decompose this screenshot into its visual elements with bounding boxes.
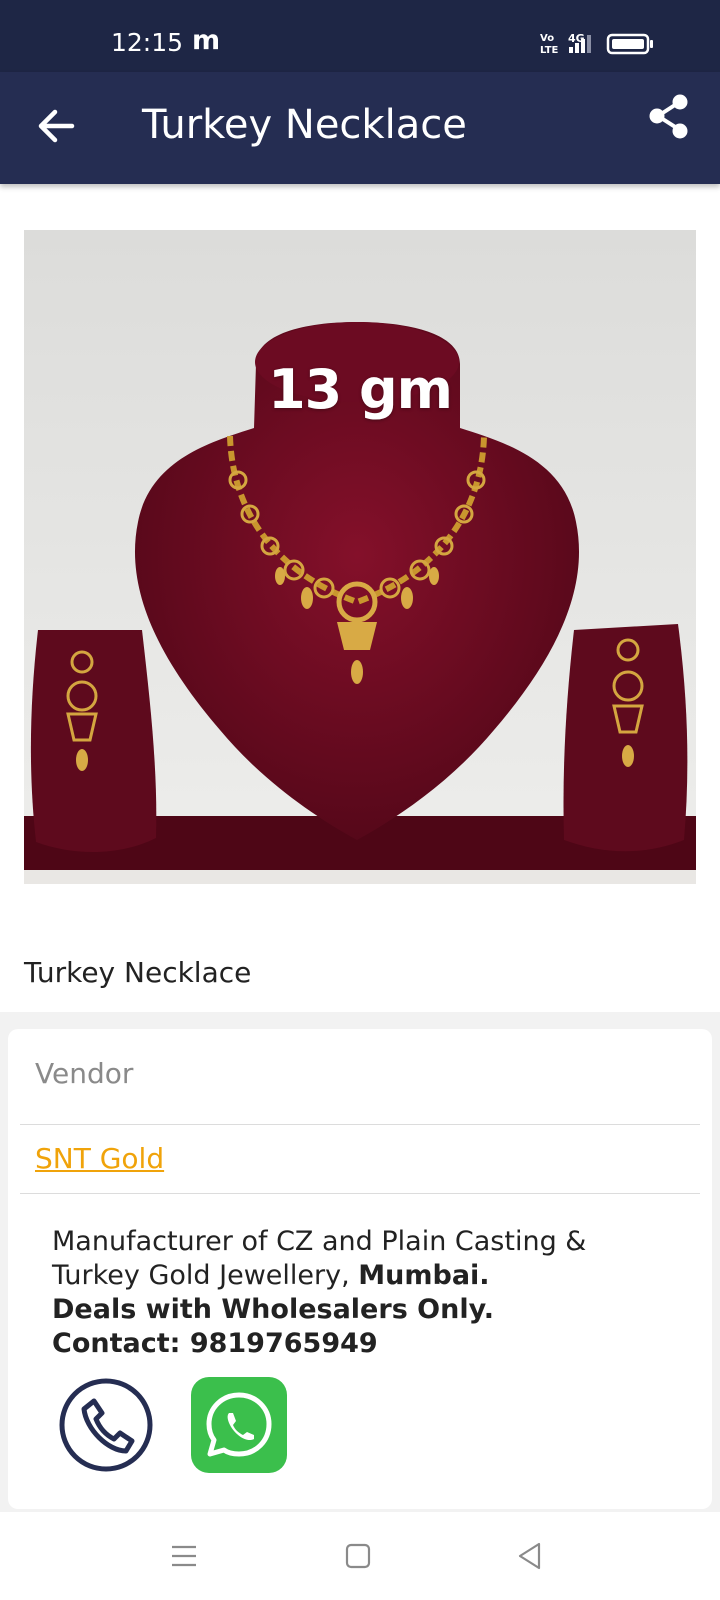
triangle-back-icon (518, 1542, 541, 1570)
back-button[interactable] (30, 100, 82, 152)
desc-line-4: Contact: 9819765949 (52, 1327, 672, 1361)
square-icon (345, 1543, 371, 1569)
whatsapp-icon (191, 1377, 287, 1473)
desc-line-3: Deals with Wholesalers Only. (52, 1293, 672, 1327)
divider (20, 1193, 700, 1194)
vendor-link[interactable]: SNT Gold (35, 1142, 164, 1175)
svg-text:Vo: Vo (540, 33, 554, 44)
status-icons: Vo LTE 4G (540, 30, 670, 60)
notification-icon: m (192, 25, 221, 56)
desc-wholesale: Deals with Wholesalers Only. (52, 1294, 494, 1325)
product-image[interactable]: 13 gm (24, 230, 696, 884)
status-time: 12:15 (111, 28, 184, 57)
signal-icon: 4G (568, 32, 591, 53)
desc-city: Mumbai. (358, 1260, 490, 1291)
svg-text:LTE: LTE (540, 45, 559, 56)
vendor-card: Vendor SNT Gold Manufacturer of CZ and P… (8, 1029, 712, 1509)
desc-line-1: Manufacturer of CZ and Plain Casting & (52, 1226, 587, 1257)
home-button[interactable] (340, 1538, 376, 1574)
divider (20, 1124, 700, 1125)
volte-icon: Vo LTE (540, 33, 559, 56)
desc-line-2: Turkey Gold Jewellery, Mumbai. (52, 1259, 672, 1293)
arrow-left-icon (38, 109, 75, 143)
share-icon (649, 94, 688, 139)
battery-icon (606, 33, 653, 55)
share-button[interactable] (644, 92, 696, 144)
desc-line-2-prefix: Turkey Gold Jewellery, (52, 1260, 350, 1291)
nav-back-button[interactable] (512, 1538, 548, 1574)
product-name: Turkey Necklace (24, 956, 252, 989)
menu-icon (172, 1545, 196, 1567)
page-title: Turkey Necklace (142, 102, 467, 148)
vendor-description: Manufacturer of CZ and Plain Casting & T… (52, 1225, 672, 1361)
recents-button[interactable] (166, 1538, 202, 1574)
status-bar: 12:15 m Vo LTE 4G (0, 0, 720, 72)
vendor-label: Vendor (35, 1057, 134, 1090)
phone-icon (59, 1378, 153, 1472)
weight-label: 13 gm (268, 358, 453, 421)
call-button[interactable] (58, 1377, 154, 1473)
app-toolbar: Turkey Necklace (0, 72, 720, 184)
desc-contact: Contact: 9819765949 (52, 1328, 378, 1359)
whatsapp-button[interactable] (191, 1377, 287, 1473)
system-nav-bar (0, 1512, 720, 1600)
